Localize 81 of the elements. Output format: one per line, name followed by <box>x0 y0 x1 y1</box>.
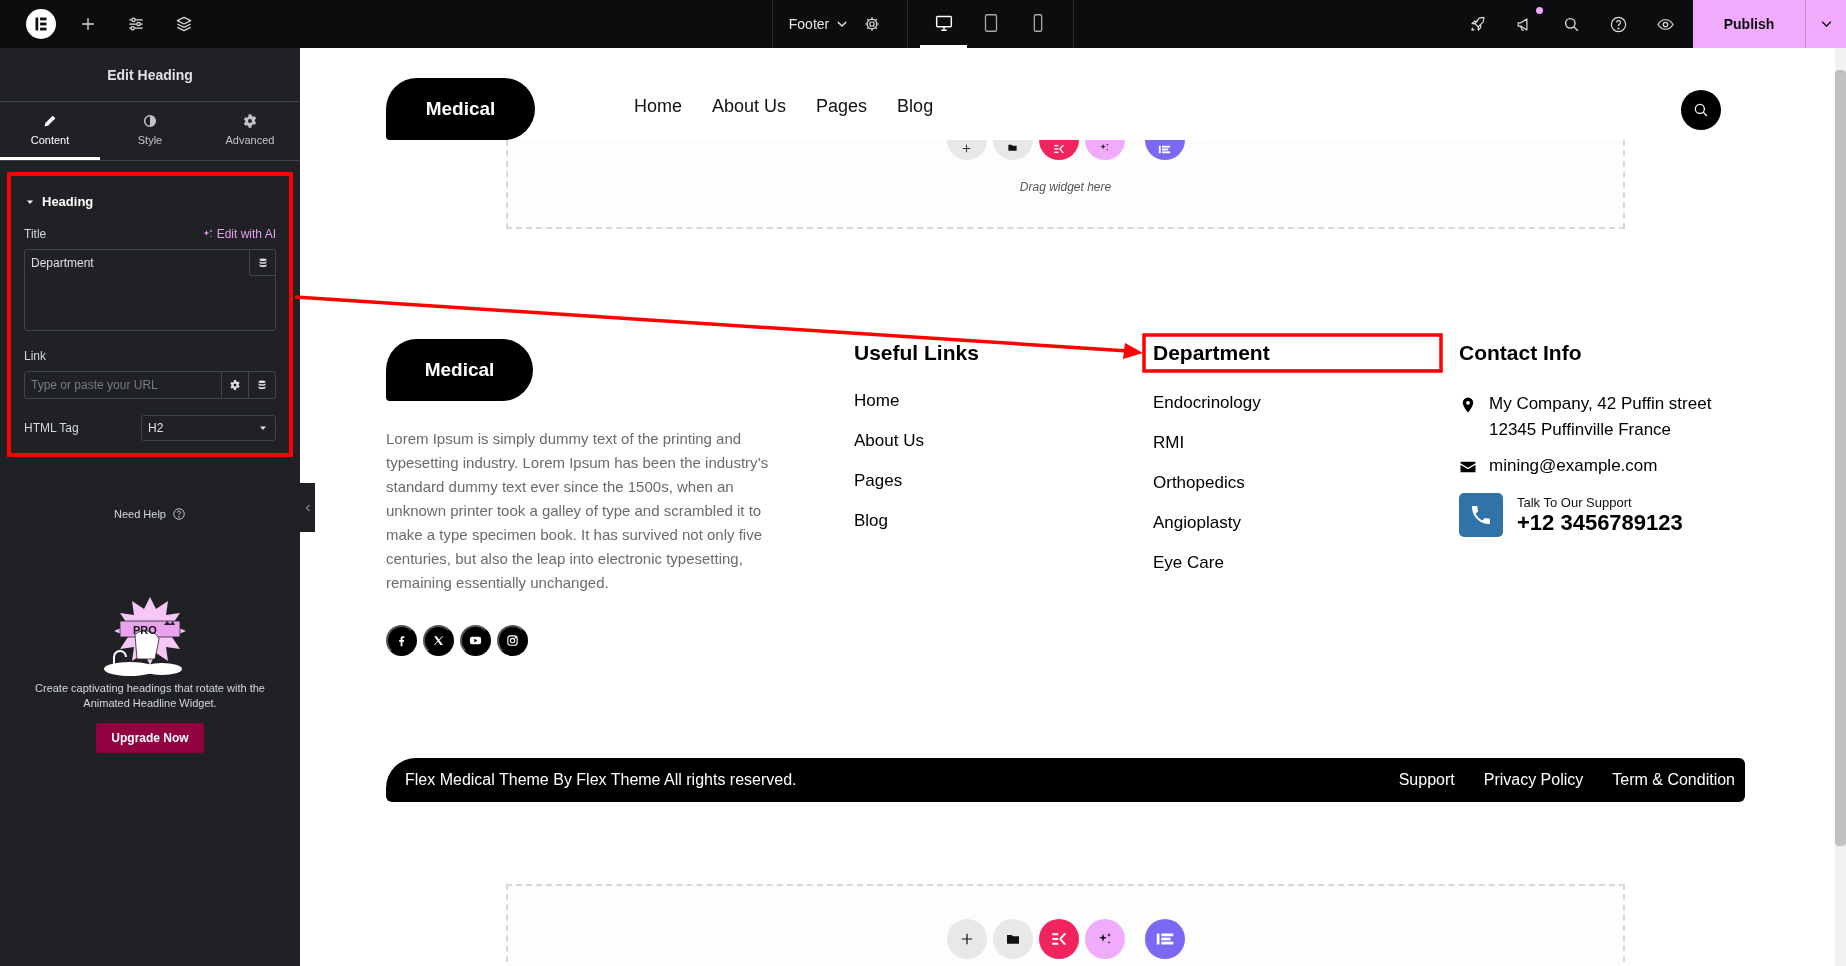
email-link[interactable]: mining@example.com <box>1489 453 1729 479</box>
add-section-button[interactable] <box>946 919 987 959</box>
footer-link[interactable]: Blog <box>854 511 889 531</box>
panel-tab[interactable]: Advanced <box>200 102 300 160</box>
footer-link[interactable]: Term & Condition <box>1612 771 1735 789</box>
layers-icon <box>174 14 194 34</box>
dynamic-tags-button[interactable] <box>249 250 275 276</box>
site-logo[interactable]: Medical <box>386 339 533 401</box>
column-heading: Contact Info <box>1459 340 1583 366</box>
publish-button[interactable]: Publish <box>1693 0 1805 48</box>
template-library-button[interactable] <box>992 919 1033 959</box>
settings-icon <box>863 15 882 33</box>
search-icon <box>1692 101 1710 119</box>
scrollbar[interactable] <box>1835 48 1846 966</box>
footer-link[interactable]: Privacy Policy <box>1483 771 1584 789</box>
nav-link[interactable]: Blog <box>897 96 934 117</box>
drop-zone[interactable]: Drag widget here <box>506 140 1625 229</box>
support-label: Talk To Our Support <box>1517 494 1633 510</box>
pencil-icon <box>42 113 58 129</box>
footer-link[interactable]: Home <box>854 391 900 411</box>
about-text: Lorem Ipsum is simply dummy text of the printing and typesetting industry. Lorem Ipsum has been the industry’s standard dummy text ever since the 1500s, when an unknown printer took a galley of type and scrambled it to make a type specimen book. It has survived not only five centuries, but also the leap into electronic typesetting, remaining essentially unchanged. <box>386 429 770 593</box>
upgrade-button[interactable]: Upgrade Now <box>96 723 204 753</box>
kit-logo-icon <box>1051 142 1066 156</box>
drop-hint: Drag widget here <box>1019 180 1112 194</box>
column-heading: Useful Links <box>854 340 980 366</box>
footer-link[interactable]: About Us <box>854 431 924 451</box>
database-icon <box>256 379 268 391</box>
address-text: My Company, 42 Puffin street 12345 Puffinville France <box>1489 393 1713 441</box>
social-link[interactable] <box>386 625 417 656</box>
panel-tab[interactable]: Content <box>0 102 100 160</box>
settings-icon <box>242 113 258 129</box>
help-icon <box>172 507 186 521</box>
folder-icon <box>1007 142 1018 153</box>
rocket-icon <box>1468 14 1487 34</box>
footer-link[interactable]: Eye Care <box>1153 553 1224 573</box>
dynamic-tags-button[interactable] <box>249 371 276 399</box>
link-options-button[interactable] <box>222 371 249 399</box>
need-help-link[interactable]: Need Help <box>114 508 166 520</box>
html-tag-select[interactable]: H2 <box>141 415 276 441</box>
kit-button[interactable] <box>1038 919 1079 959</box>
panel-tab[interactable]: Style <box>100 102 200 160</box>
nav-link[interactable]: Home <box>634 96 682 117</box>
caret-icon <box>1820 21 1832 27</box>
scrollbar-thumb[interactable] <box>1835 70 1846 846</box>
footer-link[interactable]: Support <box>1398 771 1455 789</box>
section-toggle[interactable]: Heading <box>24 184 94 227</box>
nav-link[interactable]: Pages <box>816 96 868 117</box>
nav-link[interactable]: About Us <box>712 96 787 117</box>
social-link[interactable] <box>497 625 528 656</box>
column-heading: Department <box>1153 339 1443 371</box>
addon-button[interactable] <box>1144 919 1185 959</box>
search-button[interactable] <box>1681 90 1721 130</box>
title-field[interactable]: Department <box>24 249 276 331</box>
phone-icon <box>1469 503 1493 527</box>
url-field[interactable]: Type or paste your URL <box>24 371 222 399</box>
social-link[interactable] <box>460 625 491 656</box>
footer-link[interactable]: RMI <box>1153 433 1185 453</box>
footer-link[interactable]: Orthopedics <box>1153 473 1245 493</box>
half-circle-icon <box>142 113 158 129</box>
help-icon <box>1609 14 1628 34</box>
settings-icon <box>229 379 241 391</box>
template-library-button[interactable] <box>992 140 1033 160</box>
promo-text: Create captivating headings that rotate with the Animated Headline Widget. <box>34 681 266 711</box>
plus-icon <box>960 142 973 155</box>
footer-link[interactable]: Angioplasty <box>1153 513 1241 533</box>
footer-link[interactable]: Pages <box>854 471 903 491</box>
document-dropdown[interactable]: Footer <box>788 16 848 32</box>
phone-number: +12 3456789123 <box>1517 509 1683 536</box>
copyright-text: Flex Medical Theme By Flex Theme All rights reserved. <box>405 771 797 789</box>
site-logo[interactable]: Medical <box>386 78 535 140</box>
social-link[interactable] <box>423 625 454 656</box>
field-label: Title <box>24 227 47 241</box>
app-logo[interactable] <box>26 9 56 39</box>
field-label: HTML Tag <box>24 421 79 435</box>
footer-link[interactable]: Endocrinology <box>1153 393 1261 413</box>
addon-button[interactable] <box>1144 140 1185 160</box>
caret-icon <box>837 21 848 27</box>
sparkle-icon <box>1099 142 1110 153</box>
kit-button[interactable] <box>1038 140 1079 160</box>
edit-with-ai-link[interactable]: Edit with AI <box>201 227 276 241</box>
field-label: Link <box>24 349 46 363</box>
